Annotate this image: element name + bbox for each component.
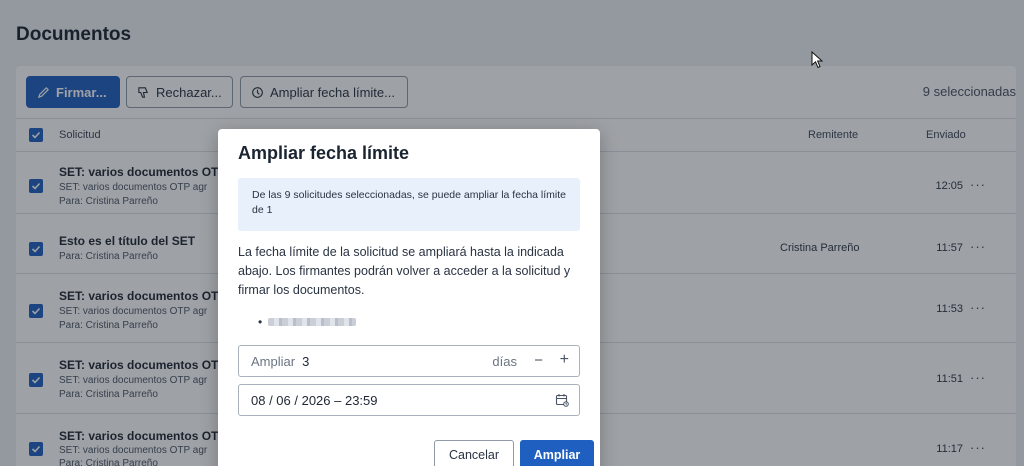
extend-deadline-dialog: Ampliar fecha límite De las 9 solicitude… [218,129,600,466]
decrement-button[interactable]: − [534,352,543,369]
extend-label: Ampliar [251,353,296,369]
redacted-text [268,318,357,326]
mouse-cursor-icon [811,51,823,69]
dialog-description: La fecha límite de la solicitud se ampli… [238,245,571,297]
deadline-date-value[interactable]: 08 / 06 / 2026 – 23:59 [251,393,378,408]
dialog-title: Ampliar fecha límite [238,143,410,163]
extend-days-stepper[interactable]: Ampliar 3 días − + [238,345,580,377]
extend-days-input[interactable]: 3 [302,354,309,369]
calendar-icon[interactable] [555,393,569,407]
days-unit-label: días [492,353,517,369]
deadline-date-field[interactable]: 08 / 06 / 2026 – 23:59 [238,384,580,416]
cancel-button[interactable]: Cancelar [434,440,514,466]
increment-button[interactable]: + [560,351,569,369]
redacted-request-item: • [258,315,357,329]
bullet-dot: • [258,315,263,329]
info-message: De las 9 solicitudes seleccionadas, se p… [238,178,580,231]
apply-button[interactable]: Ampliar [520,440,594,466]
